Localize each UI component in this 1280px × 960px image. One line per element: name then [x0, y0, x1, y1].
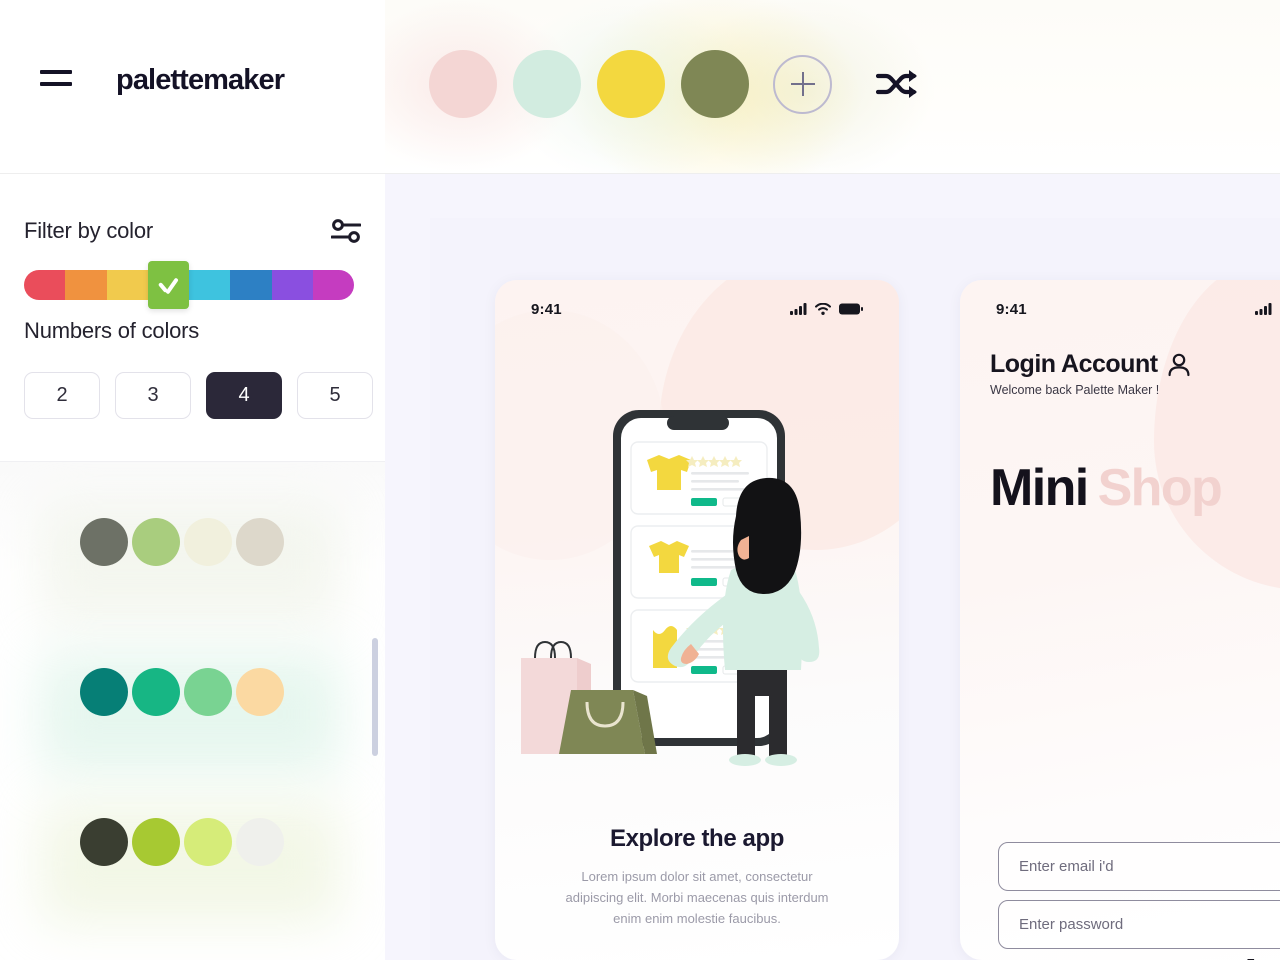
palette-results-list	[0, 462, 385, 960]
palette-1-color-2[interactable]	[132, 518, 180, 566]
email-input[interactable]: Enter email i'd	[998, 842, 1280, 891]
user-icon	[1168, 353, 1190, 376]
palette-3-color-1[interactable]	[80, 818, 128, 866]
color-segment-yellow[interactable]	[106, 270, 148, 300]
onboarding-title: Explore the app	[609, 825, 785, 852]
check-icon	[157, 278, 179, 292]
palette-2-color-2[interactable]	[132, 668, 180, 716]
hamburger-icon[interactable]	[40, 70, 72, 92]
number-of-colors-group: 2 3 4 5	[24, 372, 373, 419]
number-button-4[interactable]: 4	[206, 372, 282, 419]
palettemaker-app: palettemaker Filter by color Numbers of …	[0, 0, 1280, 960]
palette-swatch-pink[interactable]	[429, 50, 497, 118]
cellular-icon	[1255, 303, 1272, 315]
header-palette-area	[385, 0, 1280, 173]
logo-text-maker: maker	[203, 64, 285, 96]
login-subheading: Welcome back Palette Maker !	[990, 383, 1160, 397]
onboarding-body-text: Lorem ipsum dolor sit amet, consectetur …	[565, 869, 829, 926]
sidebar-scrollbar[interactable]	[372, 638, 378, 948]
palette-2-color-4[interactable]	[236, 668, 284, 716]
shop-brand-title: Mini Shop	[990, 458, 1223, 518]
header-brand-area: palettemaker	[0, 0, 385, 173]
password-input[interactable]: Enter password	[998, 900, 1280, 949]
palette-2-color-3[interactable]	[184, 668, 232, 716]
left-sidebar: Filter by color Numbers of colors 2 3 4 …	[0, 174, 385, 960]
login-status-bar: 9:41	[960, 280, 1280, 338]
color-segment-purple[interactable]	[271, 270, 313, 300]
preview-canvas-inner: 9:41 Explore the app Lorem ipsum dolor s…	[430, 218, 1280, 960]
color-segment-green[interactable]	[147, 261, 189, 309]
wifi-icon	[815, 303, 831, 315]
status-time: 9:41	[996, 300, 1027, 318]
brand-mini: Mini	[990, 459, 1089, 517]
number-button-5[interactable]: 5	[297, 372, 373, 419]
palette-1-color-4[interactable]	[236, 518, 284, 566]
password-placeholder: Enter password	[1019, 916, 1124, 933]
shuffle-button[interactable]	[874, 64, 922, 104]
palette-swatch-yellow[interactable]	[597, 50, 665, 118]
color-segment-blue[interactable]	[230, 270, 272, 300]
onboarding-phone-preview[interactable]: 9:41 Explore the app Lorem ipsum dolor s…	[495, 280, 899, 960]
preview-canvas: 9:41 Explore the app Lorem ipsum dolor s…	[385, 174, 1280, 960]
palette-1-color-1[interactable]	[80, 518, 128, 566]
palette-3-color-2[interactable]	[132, 818, 180, 866]
color-segment-cyan[interactable]	[189, 270, 231, 300]
login-phone-preview[interactable]: 9:41 Login Account Welcome back Palette …	[960, 280, 1280, 960]
email-placeholder: Enter email i'd	[1019, 858, 1114, 875]
battery-icon	[839, 303, 863, 315]
palette-swatch-mint[interactable]	[513, 50, 581, 118]
current-palette-swatches	[429, 50, 922, 118]
filter-panel: Filter by color Numbers of colors 2 3 4 …	[0, 174, 385, 462]
add-color-button[interactable]	[773, 54, 832, 114]
filter-by-color-label: Filter by color	[24, 218, 154, 243]
palette-3-color-4[interactable]	[236, 818, 284, 866]
palette-3-color-3[interactable]	[184, 818, 232, 866]
color-filter-bar[interactable]	[24, 261, 354, 309]
palette-swatch-olive[interactable]	[681, 50, 749, 118]
brand-shop: Shop	[1097, 459, 1223, 517]
color-segment-orange[interactable]	[65, 270, 107, 300]
logo-text-palette: palette	[116, 64, 204, 96]
numbers-of-colors-label: Numbers of colors	[24, 318, 200, 343]
palette-row-1[interactable]	[80, 518, 284, 566]
status-time: 9:41	[531, 300, 562, 318]
color-segment-magenta[interactable]	[312, 270, 354, 300]
color-segment-red[interactable]	[24, 270, 66, 300]
shopping-illustration	[521, 410, 820, 766]
number-button-2[interactable]: 2	[24, 372, 100, 419]
app-logo[interactable]: palettemaker	[116, 64, 285, 97]
plus-icon	[790, 72, 815, 96]
sidebar-scrollbar-thumb[interactable]	[372, 638, 378, 756]
filter-header: Filter by color	[24, 218, 361, 244]
status-icon-group	[1255, 303, 1280, 315]
palette-2-color-1[interactable]	[80, 668, 128, 716]
shuffle-icon	[876, 70, 917, 98]
login-heading: Login Account	[990, 350, 1158, 378]
forget-password-link[interactable]: Forget Password?	[1247, 956, 1280, 960]
palette-row-2[interactable]	[80, 668, 284, 716]
palette-1-color-3[interactable]	[184, 518, 232, 566]
number-button-3[interactable]: 3	[115, 372, 191, 419]
sliders-icon[interactable]	[331, 218, 361, 244]
login-heading-row: Login Account	[990, 350, 1190, 379]
cellular-icon	[790, 303, 807, 315]
onboarding-status-bar: 9:41	[495, 280, 899, 338]
status-icon-group	[790, 303, 863, 315]
palette-row-3[interactable]	[80, 818, 284, 866]
app-header: palettemaker	[0, 0, 1280, 174]
